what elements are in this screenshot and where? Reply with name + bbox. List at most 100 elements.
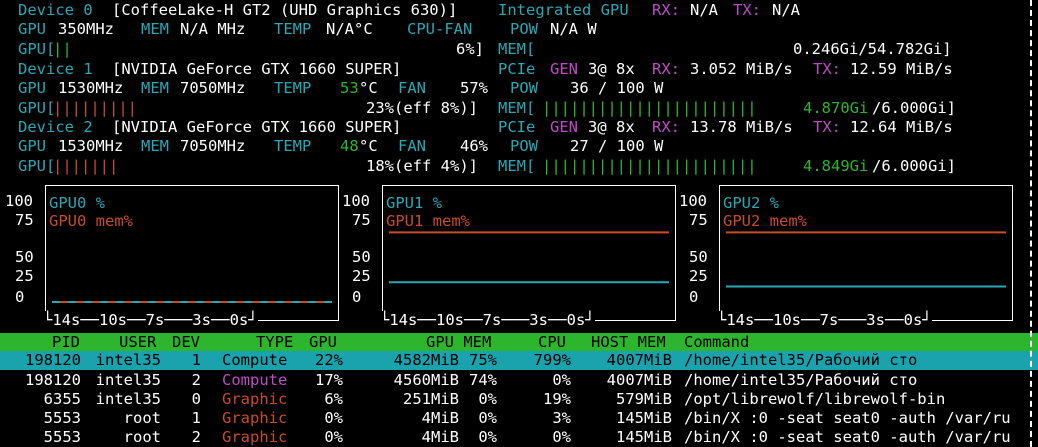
gpu-util-text: 18%(eff 4%)] (366, 157, 478, 175)
cell-dev: 2 (191, 371, 201, 389)
cell-command: /opt/librewolf/librewolf-bin (684, 390, 946, 408)
col-command[interactable]: Command (684, 333, 749, 352)
cpu-fan-label: CPU-FAN (407, 20, 473, 38)
mem-bar-label: MEM[ (498, 157, 536, 175)
terminal-border (1030, 0, 1032, 447)
temp-value: N/A°C (326, 20, 373, 38)
gpu-bar-label: GPU[ (18, 157, 56, 175)
cell-host-mem: 4007MiB (606, 351, 672, 369)
y-tick-label: 75 (15, 211, 34, 229)
col-host-mem[interactable]: HOST MEM (591, 333, 666, 352)
graph-plot (389, 231, 669, 284)
gpu-util-bar: || (53, 40, 72, 58)
gpu-clock-label: GPU (18, 137, 46, 155)
cell-pid: 198120 (25, 351, 81, 369)
table-row[interactable]: 6355 intel35 0 Graphic 6% 251MiB 0% 19% 579MiB/o… (0, 390, 1038, 409)
cell-host-mem: 4007MiB (606, 371, 672, 389)
cell-gpu: 17% (315, 371, 343, 389)
cell-gpu-mem-pct: 0% (478, 409, 497, 427)
y-tick-label: 100 (5, 192, 33, 210)
gpu-clock-label: GPU (18, 20, 46, 38)
mem-used: 4.849Gi (803, 157, 869, 175)
col-dev[interactable]: DEV (172, 333, 200, 352)
table-row[interactable]: 198120 intel35 2 Compute 17% 4560MiB 74% 0% 4007… (0, 371, 1038, 390)
pow-label: POW (510, 137, 538, 155)
mem-total: /6.000Gi] (872, 157, 956, 175)
cell-gpu-mem-pct: 0% (478, 428, 497, 446)
mem-util-bar: ||||||||||||||||||||||| (542, 157, 757, 175)
cell-dev: 1 (191, 409, 201, 427)
pow-label: POW (510, 79, 538, 97)
device-type: Integrated GPU (498, 1, 629, 19)
table-row[interactable]: 198120 intel35 1 Compute 22% 4582MiB 75% 799% 40… (0, 351, 1038, 370)
y-tick-label: 25 (689, 267, 708, 285)
gen-label: GEN (550, 118, 578, 136)
gen-value: 3@ 8x (588, 118, 635, 136)
rx-value: N/A (690, 1, 718, 19)
y-tick-label: 75 (689, 211, 708, 229)
gpu-util-bar: ||||||| (53, 157, 119, 175)
y-tick-label: 0 (689, 288, 699, 306)
device-label: Device 1 (18, 60, 93, 78)
mem-clock: N/A MHz (180, 20, 246, 38)
cell-gpu-mem-pct: 75% (469, 351, 497, 369)
gpu-clock: 1530MHz (58, 79, 124, 97)
cell-command: /home/intel35/Рабочий сто (684, 371, 918, 389)
cell-gpu-mem: 4582MiB (393, 351, 459, 369)
gen-value: 3@ 8x (588, 60, 635, 78)
col-gpu[interactable]: GPU (309, 333, 337, 352)
tx-value: 12.64 MiB/s (850, 118, 953, 136)
x-axis-ticks: └14s──10s──7s───3s──0s┘ (380, 311, 595, 329)
pow-label: POW (510, 20, 538, 38)
cell-gpu: 6% (324, 390, 343, 408)
temp-unit: °C (359, 79, 378, 97)
col-pid[interactable]: PID (52, 333, 80, 352)
cell-cpu: 799% (533, 351, 571, 369)
cell-dev: 2 (191, 428, 201, 446)
col-cpu[interactable]: CPU (538, 333, 566, 352)
cell-cpu: 3% (552, 409, 571, 427)
pow-value: 27 / 100 W (570, 137, 664, 155)
y-tick-label: 50 (352, 248, 371, 266)
rx-label: RX: (652, 118, 680, 136)
cell-type: Graphic (222, 428, 288, 446)
cell-user: root (123, 428, 161, 446)
device-name: [CoffeeLake-H GT2 (UHD Graphics 630)] (112, 1, 458, 19)
cell-gpu-mem: 4MiB (421, 409, 459, 427)
table-row[interactable]: 5553 root 1 Graphic 0% 4MiB 0% 3% 145MiB/bin/X :… (0, 409, 1038, 428)
cell-user: root (123, 409, 161, 427)
cell-command: /home/intel35/Рабочий сто (684, 351, 918, 369)
device-name: [NVIDIA GeForce GTX 1660 SUPER] (112, 60, 402, 78)
fan-value: 57% (460, 79, 488, 97)
x-axis-ticks: └14s──10s──7s───3s──0s┘ (717, 311, 932, 329)
pow-value: 36 / 100 W (570, 79, 664, 97)
y-tick-label: 50 (15, 248, 34, 266)
cell-cpu: 0% (552, 371, 571, 389)
cell-command: /bin/X :0 -seat seat0 -auth /var/ru (684, 428, 1011, 446)
y-tick-label: 0 (352, 288, 362, 306)
y-tick-label: 50 (689, 248, 708, 266)
mem-clock-label: MEM (141, 20, 169, 38)
temp-unit: °C (359, 137, 378, 155)
process-table-header[interactable]: PID USER DEV TYPE GPU GPU MEM CPU HOST M… (0, 333, 1038, 352)
gpu-util-text: 23%(eff 8%)] (366, 99, 478, 117)
rx-value: 13.78 MiB/s (690, 118, 793, 136)
graph-plot (52, 301, 332, 303)
col-type[interactable]: TYPE (256, 333, 293, 352)
mem-used: 4.870Gi (803, 99, 869, 117)
col-gpu-mem[interactable]: GPU MEM (426, 333, 491, 352)
tx-value: N/A (772, 1, 800, 19)
pcie-label: PCIe (498, 118, 536, 136)
device-label: Device 0 (18, 1, 93, 19)
tx-value: 12.59 MiB/s (850, 60, 953, 78)
cell-pid: 6355 (43, 390, 81, 408)
table-row[interactable]: 5553 root 2 Graphic 0% 4MiB 0% 0% 145MiB/bin/X :… (0, 428, 1038, 447)
gpu-clock: 350MHz (58, 20, 114, 38)
cell-pid: 198120 (25, 371, 81, 389)
col-user[interactable]: USER (119, 333, 156, 352)
graph-pane-gpu1: 100 75 50 25 0 GPU1 % GPU1 mem% └14s──10s──7s──… (342, 185, 677, 329)
graph-pane-gpu0: 100 75 50 25 0 GPU0 % GPU0 mem% └14s──10s──7s──… (5, 185, 340, 329)
x-axis-ticks: └14s──10s──7s───3s──0s┘ (43, 311, 258, 329)
cell-type: Graphic (222, 390, 288, 408)
rx-label: RX: (652, 1, 680, 19)
